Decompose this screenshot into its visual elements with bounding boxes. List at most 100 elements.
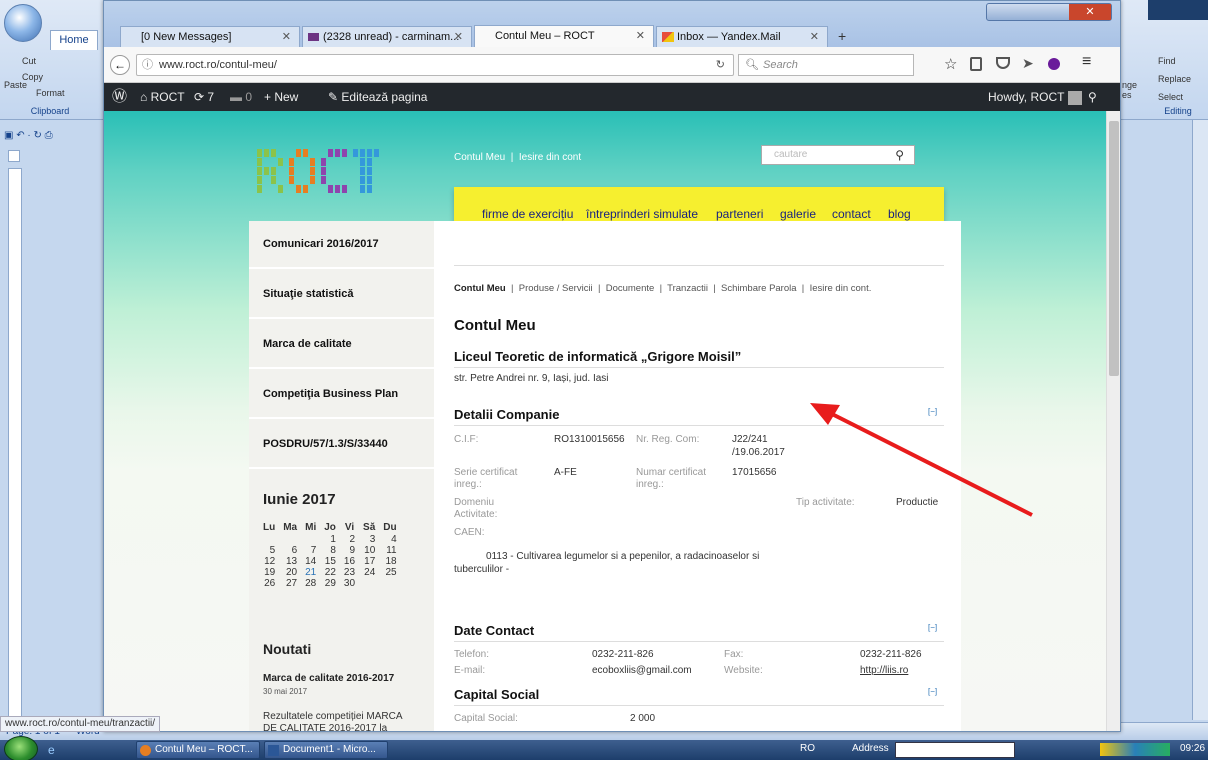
find-button[interactable]: Find	[1158, 56, 1176, 66]
menu-icon[interactable]: ≡	[1082, 53, 1091, 71]
address-input[interactable]	[895, 742, 1015, 758]
nav-produse[interactable]: Produse / Servicii	[519, 283, 593, 294]
nav-documente[interactable]: Documente	[606, 283, 655, 294]
tab-messages[interactable]: [0 New Messages] ✕	[120, 26, 300, 48]
calendar-day[interactable]: 30	[340, 578, 359, 589]
calendar-day[interactable]: 16	[340, 556, 359, 567]
wp-new[interactable]: + New	[264, 83, 298, 111]
calendar-day[interactable]: 7	[301, 545, 320, 556]
search-icon[interactable]: ⚲	[895, 146, 904, 164]
sidebar-item-competitia[interactable]: Competiţia Business Plan	[249, 371, 434, 419]
calendar-day[interactable]: 2	[340, 534, 359, 545]
calendar-day[interactable]: 18	[379, 556, 400, 567]
nav-schimbare-parola[interactable]: Schimbare Parola	[721, 283, 797, 294]
calendar-day[interactable]: 8	[320, 545, 340, 556]
tab-home[interactable]: Home	[50, 30, 98, 50]
replace-button[interactable]: Replace	[1158, 74, 1191, 84]
select-button[interactable]: Select	[1158, 92, 1183, 102]
calendar-day[interactable]: 20	[279, 567, 301, 578]
calendar-day[interactable]: 21	[301, 567, 320, 578]
cut-button[interactable]: Cut	[22, 56, 36, 66]
sidebar-item-posdru[interactable]: POSDRU/57/1.3/S/33440	[249, 421, 434, 469]
menu-intreprinderi[interactable]: întreprinderi simulate	[586, 207, 698, 221]
calendar-day[interactable]: 15	[320, 556, 340, 567]
calendar-day[interactable]: 27	[279, 578, 301, 589]
sidebar-item-marca[interactable]: Marca de calitate	[249, 321, 434, 369]
yandex-addon-icon[interactable]	[1048, 58, 1060, 70]
reload-icon[interactable]: ↻	[716, 55, 725, 75]
menu-galerie[interactable]: galerie	[780, 207, 816, 221]
close-icon[interactable]: ✕	[810, 27, 819, 47]
nav-iesire[interactable]: Iesire din cont.	[810, 283, 872, 294]
format-painter-button[interactable]: Format	[36, 88, 65, 98]
search-icon[interactable]: ⚲	[1088, 83, 1097, 111]
calendar-day[interactable]: 9	[340, 545, 359, 556]
wp-site-link[interactable]: ⌂ ROCT	[140, 83, 185, 111]
wp-updates[interactable]: ⟳ 7	[194, 83, 214, 111]
calendar-day[interactable]: 28	[301, 578, 320, 589]
info-icon[interactable]: ⓘ	[142, 55, 153, 75]
site-search-input[interactable]: cautare ⚲	[761, 145, 915, 165]
close-icon[interactable]: ✕	[282, 27, 291, 47]
search-input[interactable]: 🔍︎ Search	[738, 54, 914, 76]
menu-blog[interactable]: blog	[888, 207, 911, 221]
calendar-day[interactable]: 23	[340, 567, 359, 578]
change-styles-label[interactable]: nge	[1122, 80, 1137, 90]
window-controls[interactable]: ✕	[986, 3, 1112, 21]
close-icon[interactable]: ✕	[636, 26, 645, 46]
menu-contact[interactable]: contact	[832, 207, 871, 221]
calendar-day[interactable]: 24	[359, 567, 379, 578]
roct-logo[interactable]	[257, 149, 387, 199]
tab-yandex[interactable]: Inbox — Yandex.Mail ✕	[656, 26, 828, 48]
capital-toggle[interactable]: [−]	[928, 687, 937, 696]
page-scrollbar[interactable]	[1106, 111, 1120, 731]
bookmarks-icon[interactable]	[970, 57, 982, 71]
tab-selector[interactable]	[8, 150, 20, 162]
calendar-day[interactable]: 1	[320, 534, 340, 545]
back-button[interactable]: ←	[110, 55, 130, 75]
menu-parteneri[interactable]: parteneri	[716, 207, 763, 221]
wordpress-icon[interactable]: Ⓦ	[112, 83, 127, 111]
calendar-day[interactable]: 4	[379, 534, 400, 545]
menu-firme[interactable]: firme de exercițiu	[482, 207, 573, 221]
calendar-day[interactable]: 12	[259, 556, 279, 567]
calendar-day[interactable]: 26	[259, 578, 279, 589]
calendar-day[interactable]: 25	[379, 567, 400, 578]
calendar-day[interactable]: 11	[379, 545, 400, 556]
pocket-icon[interactable]	[996, 57, 1010, 69]
quick-access-toolbar[interactable]: ▣ ↶ · ↻ ⎙	[4, 130, 94, 142]
close-window-button[interactable]: ✕	[1069, 4, 1111, 20]
calendar-day[interactable]: 6	[279, 545, 301, 556]
tab-mail[interactable]: (2328 unread) - carminam... ✕	[302, 26, 472, 48]
calendar-day[interactable]: 19	[259, 567, 279, 578]
wp-edit-page[interactable]: ✎ Editează pagina	[328, 83, 427, 111]
scrollbar-thumb[interactable]	[1109, 121, 1119, 376]
calendar-day[interactable]: 10	[359, 545, 379, 556]
calendar-day[interactable]: 17	[359, 556, 379, 567]
bookmark-star-icon[interactable]: ☆	[944, 55, 957, 73]
calendar-day[interactable]: 22	[320, 567, 340, 578]
website-link[interactable]: http://liis.ro	[860, 665, 908, 676]
link-contul-meu[interactable]: Contul Meu	[454, 152, 505, 163]
sidebar-item-comunicari[interactable]: Comunicari 2016/2017	[249, 221, 434, 269]
calendar-day[interactable]: 29	[320, 578, 340, 589]
start-button[interactable]	[4, 736, 38, 760]
language-indicator[interactable]: RO	[800, 743, 815, 754]
tray-icons[interactable]	[1100, 743, 1170, 756]
paste-button[interactable]: Paste	[4, 80, 27, 90]
nav-contul-meu[interactable]: Contul Meu	[454, 283, 506, 294]
taskbar-item-firefox[interactable]: Contul Meu – ROCT...	[136, 741, 260, 759]
tab-contul-meu[interactable]: Contul Meu – ROCT ✕	[474, 25, 654, 48]
nav-tranzactii[interactable]: Tranzactii	[667, 283, 708, 294]
link-iesire[interactable]: Iesire din cont	[519, 152, 581, 163]
office-button[interactable]	[4, 4, 42, 42]
calendar-day[interactable]: 14	[301, 556, 320, 567]
word-window-controls[interactable]	[1148, 0, 1208, 20]
calendar-day[interactable]: 3	[359, 534, 379, 545]
wp-howdy[interactable]: Howdy, ROCT	[988, 83, 1082, 111]
calendar-day[interactable]: 13	[279, 556, 301, 567]
ie-icon[interactable]: e	[48, 743, 64, 757]
calendar-day[interactable]: 5	[259, 545, 279, 556]
word-scrollbar[interactable]	[1192, 120, 1208, 720]
contact-toggle[interactable]: [−]	[928, 623, 937, 632]
